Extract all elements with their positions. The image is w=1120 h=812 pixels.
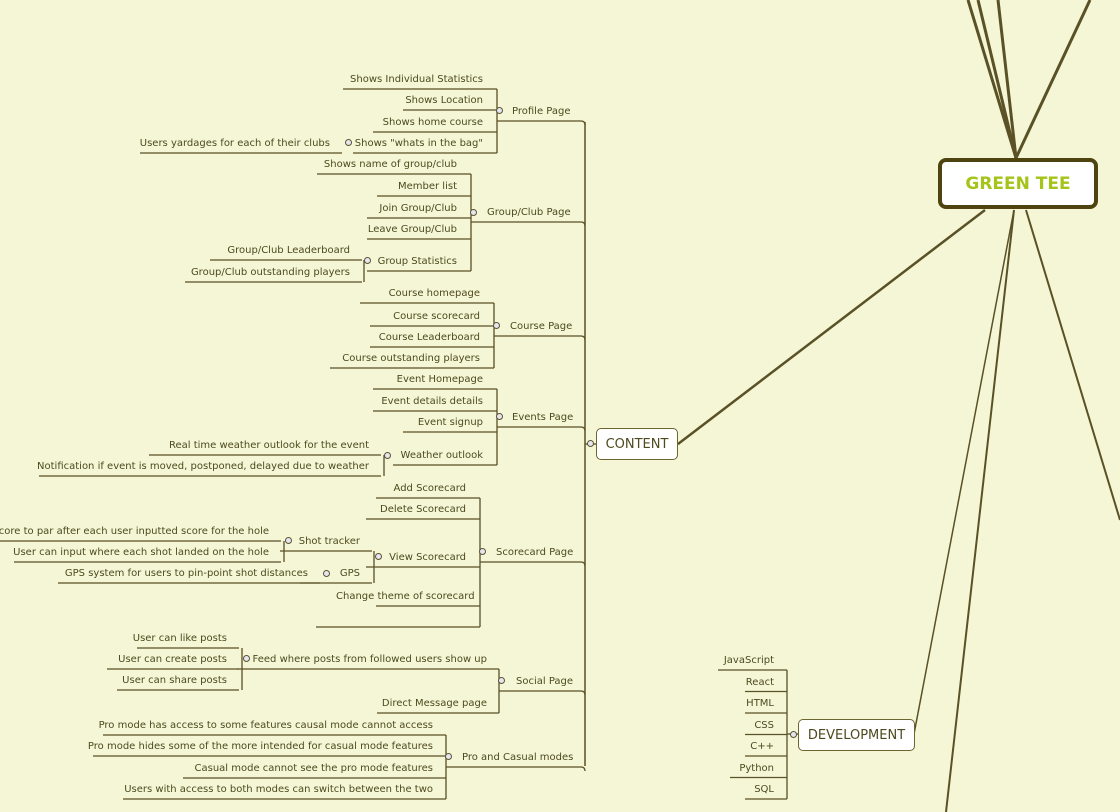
tech-css[interactable]: CSS <box>704 720 774 732</box>
subtopic-label[interactable]: Casual mode cannot see the pro mode feat… <box>143 763 433 775</box>
collapse-toggle-icon[interactable] <box>496 107 503 114</box>
root-node-green-tee[interactable]: GREEN TEE <box>938 158 1098 209</box>
leaf-label[interactable]: User can create posts <box>67 654 227 666</box>
leaf-label[interactable]: User can like posts <box>97 633 227 645</box>
leaf-label[interactable]: Notification if event is moved, postpone… <box>0 461 369 473</box>
subtopic-label[interactable]: Delete Scorecard <box>326 504 466 516</box>
connector-line <box>494 335 586 341</box>
subtopic-label[interactable]: Shows Individual Statistics <box>303 74 483 86</box>
mind-map-canvas <box>0 0 1120 812</box>
subtopic-label[interactable]: Pro mode hides some of the more intended… <box>53 741 433 753</box>
subtopic-label[interactable]: Shows name of group/club <box>277 159 457 171</box>
collapse-toggle-icon[interactable] <box>470 209 477 216</box>
subtopic-label[interactable]: Pro mode has access to some features cau… <box>63 720 433 732</box>
leaf-label[interactable]: Group/Club Leaderboard <box>170 245 350 257</box>
root-spoke-content <box>677 209 986 445</box>
subtopic-label[interactable]: View Scorecard <box>326 552 466 564</box>
collapse-toggle-icon[interactable] <box>587 440 594 447</box>
tech-c[interactable]: C++ <box>704 741 774 753</box>
leaf-label[interactable]: Users yardages for each of their clubs <box>100 138 330 150</box>
tech-html[interactable]: HTML <box>704 698 774 710</box>
subtopic-label[interactable]: Direct Message page <box>337 698 487 710</box>
tech-python[interactable]: Python <box>704 763 774 775</box>
subtopic-label[interactable]: Course scorecard <box>330 311 480 323</box>
leaf-label[interactable]: User can input where each shot landed on… <box>0 547 269 559</box>
root-spoke-line <box>976 0 1018 159</box>
root-spoke-line <box>1014 0 1092 159</box>
connector-line <box>471 221 586 227</box>
collapse-toggle-icon[interactable] <box>345 139 352 146</box>
branch-2[interactable]: Course Page <box>510 321 600 333</box>
branch-5[interactable]: Social Page <box>516 676 601 688</box>
connector-line <box>497 120 586 126</box>
topic-content[interactable]: CONTENT <box>596 428 678 460</box>
tech-javascript[interactable]: JavaScript <box>704 655 774 667</box>
subtopic-label[interactable]: Shows "whats in the bag" <box>313 138 483 150</box>
collapse-toggle-icon[interactable] <box>445 753 452 760</box>
connector-line <box>446 766 586 772</box>
root-spoke-line <box>996 0 1018 159</box>
collapse-toggle-icon[interactable] <box>364 257 371 264</box>
tech-sql[interactable]: SQL <box>704 784 774 796</box>
subtopic-label[interactable]: Event signup <box>363 417 483 429</box>
branch-6[interactable]: Pro and Casual modes <box>462 752 602 764</box>
collapse-toggle-icon[interactable] <box>323 570 330 577</box>
subtopic-label[interactable]: Course outstanding players <box>290 353 480 365</box>
collapse-toggle-icon[interactable] <box>790 731 797 738</box>
collapse-toggle-icon[interactable] <box>496 413 503 420</box>
branch-0[interactable]: Profile Page <box>512 106 602 118</box>
subtopic-label[interactable]: Shows Location <box>363 95 483 107</box>
topic-development[interactable]: DEVELOPMENT <box>798 719 915 751</box>
leaf-label[interactable]: Real time weather outlook for the event <box>109 440 369 452</box>
leaf-label[interactable]: e score to par after each user inputted … <box>0 526 269 538</box>
leaf-label[interactable]: Group/Club outstanding players <box>145 267 350 279</box>
leaf-label[interactable]: User can share posts <box>77 675 227 687</box>
subtopic-label[interactable]: Event Homepage <box>333 374 483 386</box>
subtopic-label[interactable]: Event details details <box>333 396 483 408</box>
collapse-toggle-icon[interactable] <box>375 553 382 560</box>
subtopic-label[interactable]: Join Group/Club <box>327 203 457 215</box>
collapse-toggle-icon[interactable] <box>384 452 391 459</box>
subtopic-label[interactable]: Users with access to both modes can swit… <box>83 784 433 796</box>
subtopic-label[interactable]: Change theme of scorecard <box>336 591 475 603</box>
connector-line <box>499 690 586 696</box>
subtopic-label[interactable]: Course Leaderboard <box>330 332 480 344</box>
connector-line <box>497 426 586 432</box>
branch-4[interactable]: Scorecard Page <box>496 547 601 559</box>
connector-line <box>480 561 586 567</box>
collapse-toggle-icon[interactable] <box>479 548 486 555</box>
collapse-toggle-icon[interactable] <box>493 322 500 329</box>
collapse-toggle-icon[interactable] <box>285 537 292 544</box>
leaf-label[interactable]: GPS system for users to pin-point shot d… <box>18 568 308 580</box>
branch-1[interactable]: Group/Club Page <box>487 207 597 219</box>
subtopic-label[interactable]: Shows home course <box>333 117 483 129</box>
subtopic-label[interactable]: Member list <box>337 181 457 193</box>
branch-3[interactable]: Events Page <box>512 412 602 424</box>
root-spoke-line <box>1025 209 1120 521</box>
collapse-toggle-icon[interactable] <box>498 677 505 684</box>
collapse-toggle-icon[interactable] <box>243 655 250 662</box>
subtopic-label[interactable]: Add Scorecard <box>336 483 466 495</box>
subtopic-label[interactable]: Leave Group/Club <box>327 224 457 236</box>
subtopic-label[interactable]: Course homepage <box>320 288 480 300</box>
subtopic-label[interactable]: Feed where posts from followed users sho… <box>197 654 487 666</box>
subtopic-label[interactable]: Weather outlook <box>353 450 483 462</box>
tech-react[interactable]: React <box>704 677 774 689</box>
